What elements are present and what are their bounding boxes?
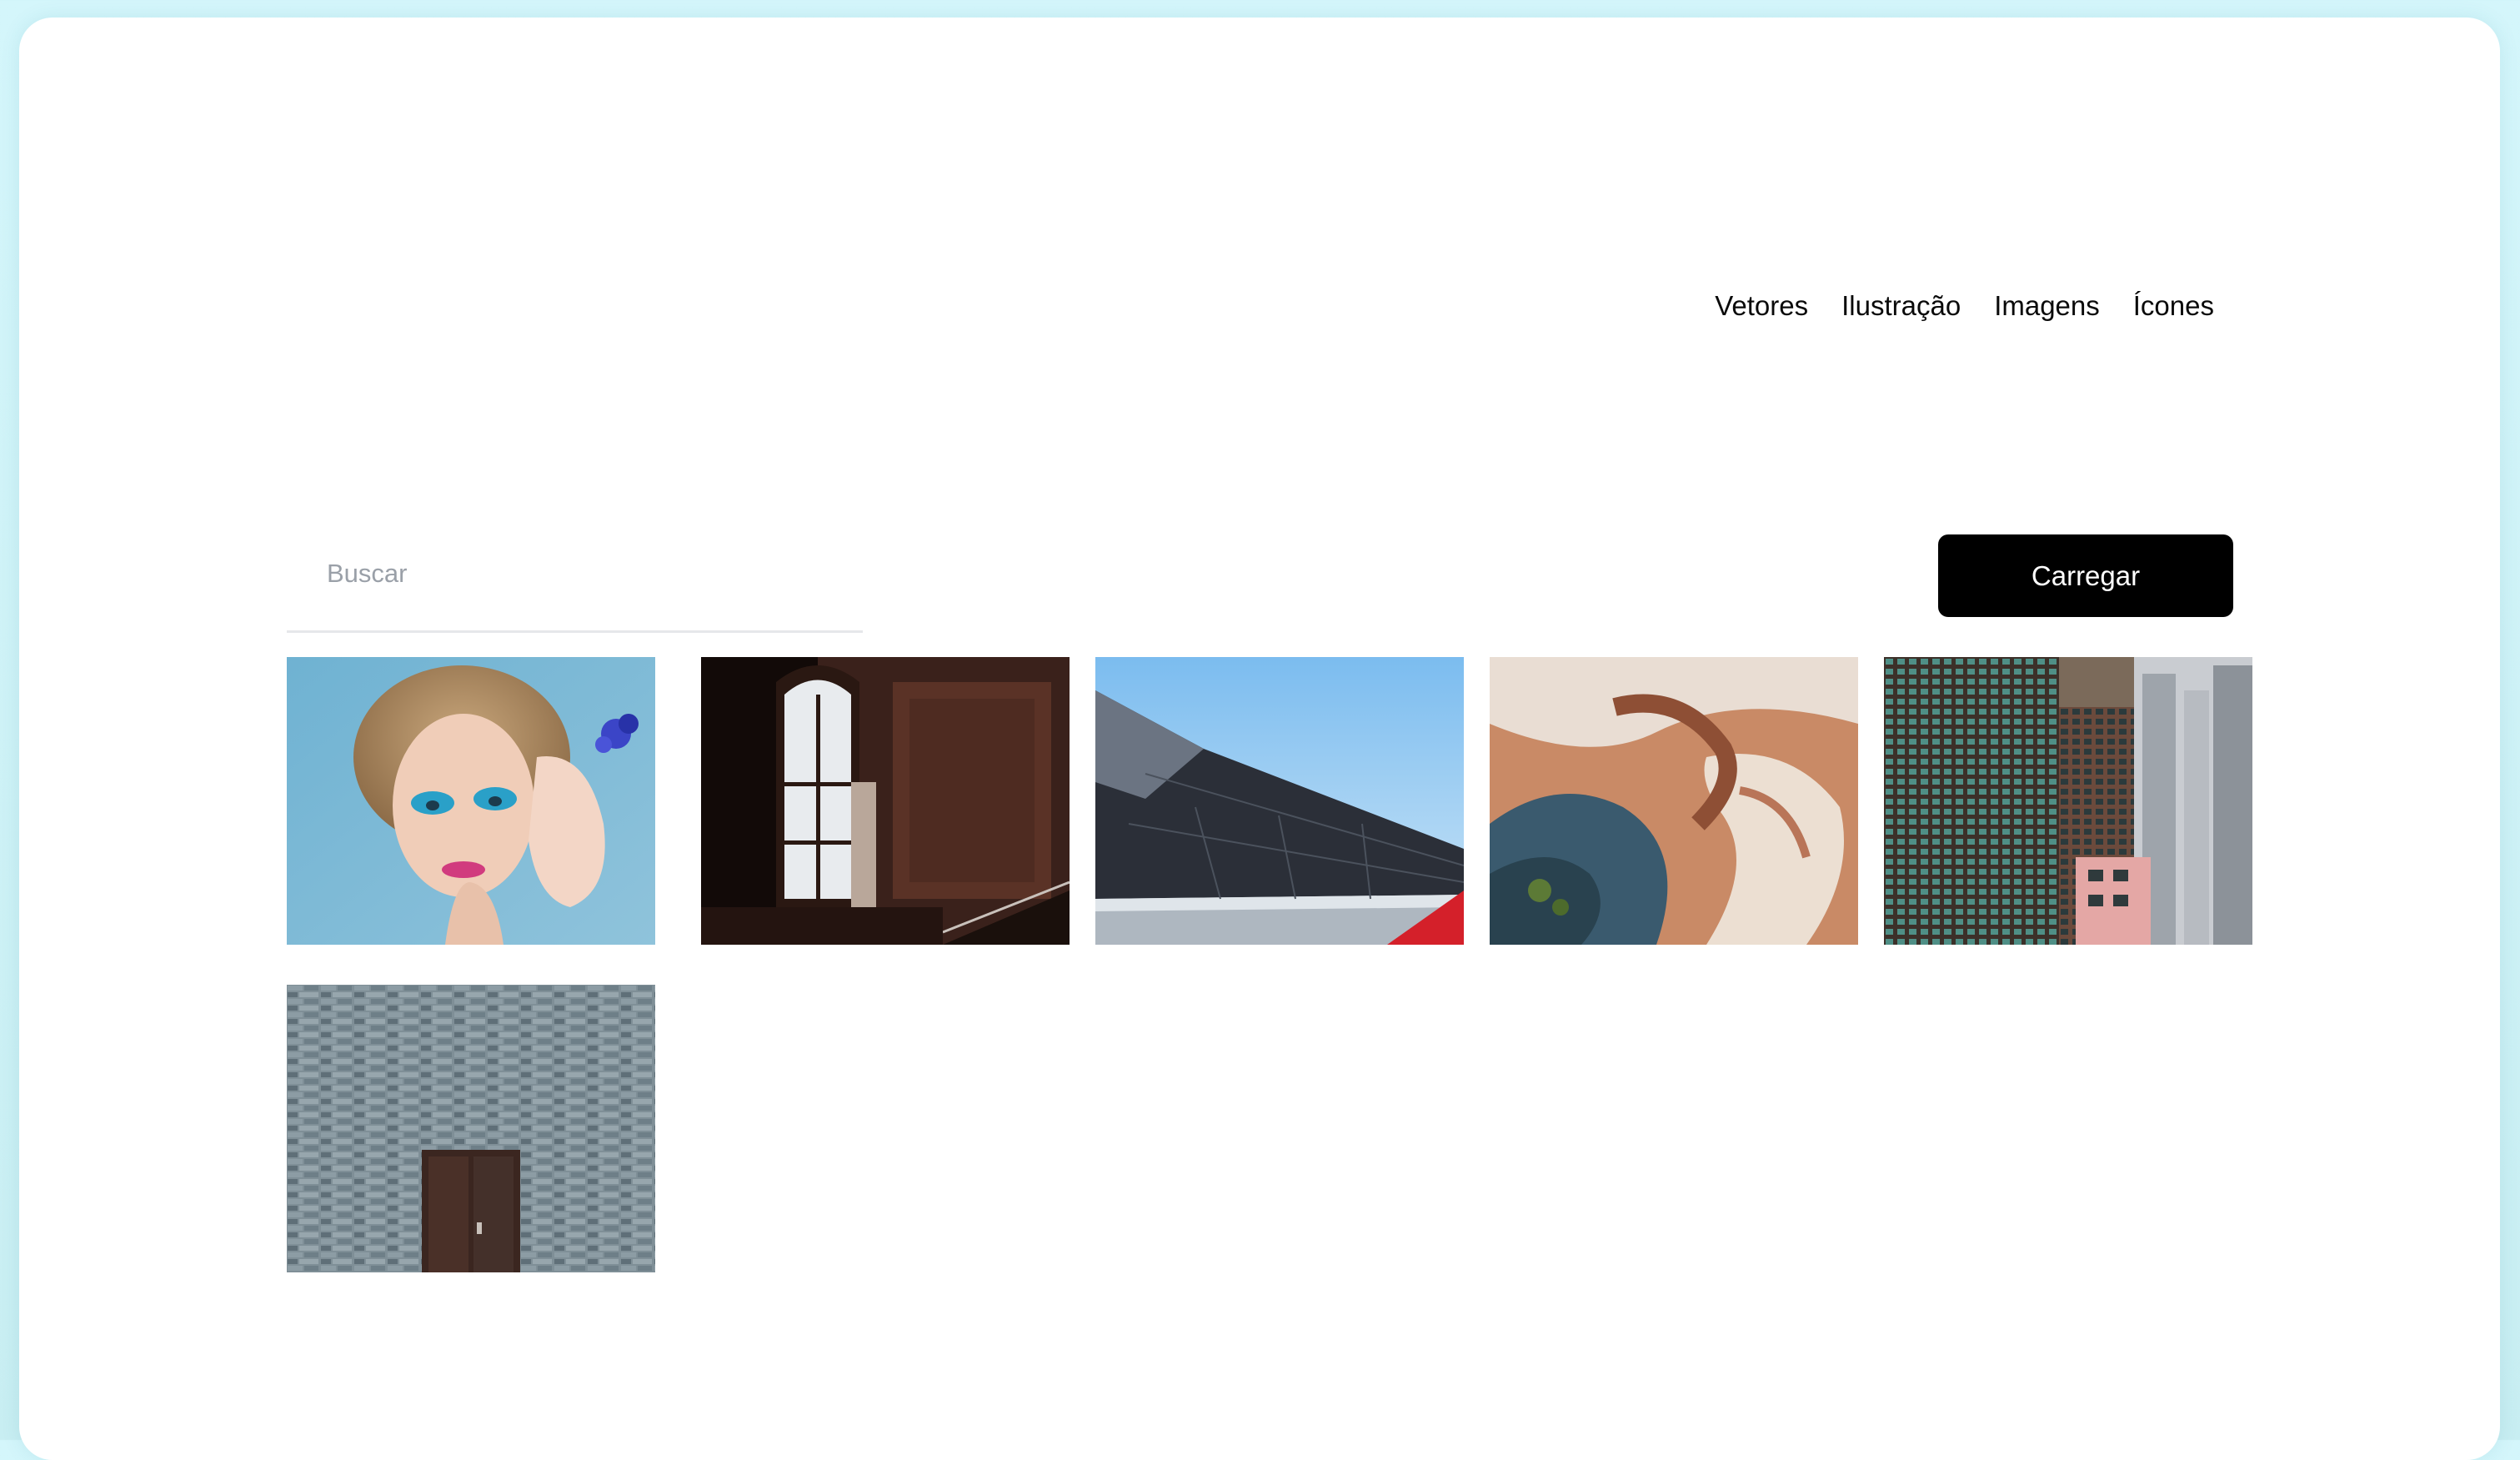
- nav-item-imagens[interactable]: Imagens: [1994, 286, 2100, 326]
- gallery-image-city-towers[interactable]: [1884, 657, 2252, 945]
- upload-button[interactable]: Carregar: [1938, 534, 2233, 617]
- search-input[interactable]: [287, 534, 863, 630]
- gallery-image-woman-blue-eyeshadow[interactable]: [287, 657, 655, 945]
- gallery-image-roof-sky[interactable]: [1095, 657, 1464, 945]
- app-window: Vetores Ilustração Imagens Ícones Carreg…: [19, 18, 2500, 1460]
- gallery-image-aerial-sand[interactable]: [1490, 657, 1858, 945]
- search-field: [287, 534, 863, 633]
- glass-roof-image: [1095, 657, 1464, 945]
- nav-item-vetores[interactable]: Vetores: [1715, 286, 1808, 326]
- brick-wall-door-image: [287, 985, 655, 1272]
- aerial-sand-image: [1490, 657, 1858, 945]
- dark-room-image: [701, 657, 1070, 945]
- woman-portrait-image: [287, 657, 655, 945]
- city-towers-image: [1884, 657, 2252, 945]
- nav-item-ilustracao[interactable]: Ilustração: [1841, 286, 1961, 326]
- gallery-image-wall-door[interactable]: [287, 985, 655, 1272]
- nav-item-icones[interactable]: Ícones: [2133, 286, 2214, 326]
- top-nav: Vetores Ilustração Imagens Ícones: [1715, 286, 2214, 326]
- gallery-image-dark-room-window[interactable]: [701, 657, 1070, 945]
